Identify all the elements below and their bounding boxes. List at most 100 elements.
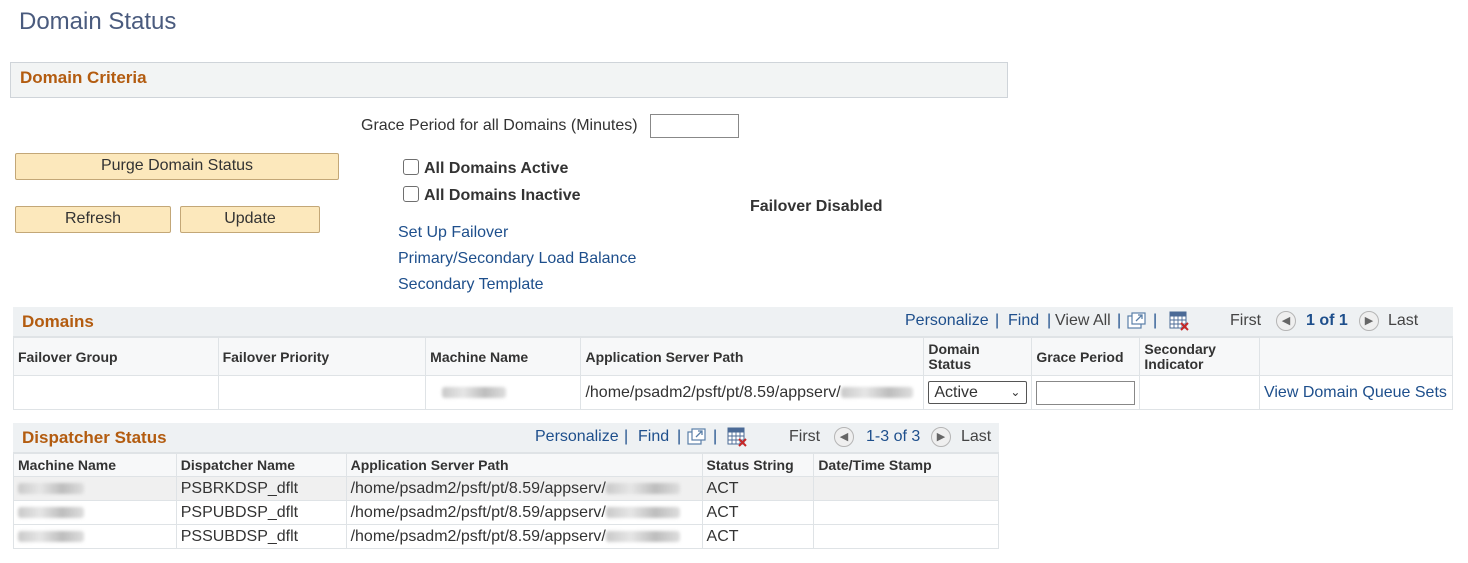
redacted-machine-name: [18, 482, 84, 494]
domains-first-label[interactable]: First: [1230, 312, 1261, 330]
cell-status-string: ACT: [701, 476, 815, 501]
redacted-path-suffix: [605, 530, 680, 542]
chevron-down-icon: ⌄: [1010, 385, 1021, 399]
cell-status-string: ACT: [701, 500, 815, 525]
separator: |: [995, 312, 1000, 329]
download-grid-icon[interactable]: [727, 427, 747, 447]
table-row: PSPUBDSP_dflt /home/psadm2/psft/pt/8.59/…: [13, 500, 999, 525]
cell-date-time-stamp: [813, 524, 999, 549]
cell-dispatcher-name: PSSUBDSP_dflt: [175, 524, 347, 549]
cell-machine-name: [13, 476, 177, 501]
cell-application-server-path: /home/psadm2/psft/pt/8.59/appserv/: [580, 375, 925, 410]
all-domains-inactive-label: All Domains Inactive: [424, 187, 581, 204]
domains-find-link[interactable]: Find: [1008, 312, 1039, 330]
dispatcher-grid-header: Dispatcher Status Personalize | Find | |…: [13, 423, 999, 453]
cell-domain-status: Active ⌄: [923, 375, 1033, 410]
app-server-path-text: /home/psadm2/psft/pt/8.59/appserv/: [350, 479, 606, 497]
redacted-path-suffix: [605, 506, 680, 518]
cell-secondary-indicator: [1139, 375, 1260, 410]
separator: |: [1047, 312, 1052, 329]
cell-application-server-path: /home/psadm2/psft/pt/8.59/appserv/: [345, 524, 703, 549]
domains-title: Domains: [22, 312, 94, 331]
domains-grid-header: Domains Personalize | Find | View All | …: [13, 307, 1453, 337]
cell-machine-name: [425, 375, 582, 410]
app-server-path-text: /home/psadm2/psft/pt/8.59/appserv/: [585, 383, 841, 401]
update-button[interactable]: Update: [180, 206, 320, 233]
app-server-path-text: /home/psadm2/psft/pt/8.59/appserv/: [350, 527, 606, 545]
all-domains-active-checkbox[interactable]: [403, 159, 419, 175]
cell-grace-period: [1031, 375, 1141, 410]
domains-personalize-link[interactable]: Personalize: [905, 312, 989, 330]
table-row: PSBRKDSP_dflt /home/psadm2/psft/pt/8.59/…: [13, 476, 999, 501]
col-machine-name: Machine Name: [13, 453, 177, 477]
secondary-template-link[interactable]: Secondary Template: [398, 276, 544, 294]
domain-criteria-title: Domain Criteria: [20, 68, 147, 87]
col-domain-status-line2: Status: [928, 355, 972, 372]
previous-arrow-icon[interactable]: ◀: [834, 427, 854, 447]
domain-status-select[interactable]: Active ⌄: [928, 381, 1028, 404]
previous-arrow-icon[interactable]: ◀: [1276, 311, 1296, 331]
set-up-failover-link[interactable]: Set Up Failover: [398, 224, 508, 242]
col-secondary-indicator: Secondary Indicator: [1139, 337, 1260, 376]
col-grace-period: Grace Period: [1031, 337, 1141, 376]
dispatcher-first-label[interactable]: First: [789, 428, 820, 446]
cell-failover-group: [13, 375, 219, 410]
cell-dispatcher-name: PSPUBDSP_dflt: [175, 500, 347, 525]
col-status-string: Status String: [701, 453, 815, 477]
separator: |: [1153, 312, 1158, 329]
redacted-machine-name: [442, 386, 507, 398]
separator: |: [1117, 312, 1122, 329]
dispatcher-table: Machine Name Dispatcher Name Application…: [13, 453, 999, 549]
cell-dispatcher-name: PSBRKDSP_dflt: [175, 476, 347, 501]
dispatcher-range: 1-3 of 3: [866, 428, 921, 445]
cell-application-server-path: /home/psadm2/psft/pt/8.59/appserv/: [345, 500, 703, 525]
primary-secondary-load-balance-link[interactable]: Primary/Secondary Load Balance: [398, 250, 636, 268]
next-arrow-icon[interactable]: ▶: [1359, 311, 1379, 331]
domain-criteria-header: Domain Criteria: [10, 62, 1008, 98]
redacted-machine-name: [18, 506, 84, 518]
domains-table: Failover Group Failover Priority Machine…: [13, 337, 1454, 410]
col-action: [1258, 337, 1454, 376]
new-window-icon[interactable]: [1127, 312, 1147, 330]
separator: |: [677, 428, 682, 445]
grace-period-input[interactable]: [650, 114, 739, 138]
cell-machine-name: [13, 524, 177, 549]
cell-status-string: ACT: [701, 524, 815, 549]
dispatcher-last-label[interactable]: Last: [961, 428, 991, 446]
new-window-icon[interactable]: [687, 428, 707, 446]
col-secondary-indicator-line1: Secondary: [1144, 340, 1216, 357]
next-arrow-icon[interactable]: ▶: [931, 427, 951, 447]
cell-action: View Domain Queue Sets: [1258, 375, 1454, 410]
cell-failover-priority: [217, 375, 427, 410]
domains-view-all-link[interactable]: View All: [1055, 312, 1111, 330]
dispatcher-personalize-link[interactable]: Personalize: [535, 428, 619, 446]
all-domains-active-label: All Domains Active: [424, 160, 569, 177]
refresh-button[interactable]: Refresh: [15, 206, 171, 233]
col-machine-name: Machine Name: [425, 337, 582, 376]
col-application-server-path: Application Server Path: [580, 337, 925, 376]
col-date-time-stamp: Date/Time Stamp: [813, 453, 999, 477]
redacted-machine-name: [18, 530, 84, 542]
col-failover-priority: Failover Priority: [217, 337, 427, 376]
table-row: PSSUBDSP_dflt /home/psadm2/psft/pt/8.59/…: [13, 524, 999, 549]
dispatcher-find-link[interactable]: Find: [638, 428, 669, 446]
col-domain-status-line1: Domain: [928, 340, 980, 357]
separator: |: [713, 428, 718, 445]
view-domain-queue-sets-link[interactable]: View Domain Queue Sets: [1264, 384, 1447, 401]
grace-period-label: Grace Period for all Domains (Minutes): [361, 117, 638, 134]
separator: |: [624, 428, 629, 445]
dispatcher-status-title: Dispatcher Status: [22, 428, 167, 447]
purge-domain-status-button[interactable]: Purge Domain Status: [15, 153, 339, 180]
redacted-path-suffix: [605, 482, 680, 494]
failover-status-text: Failover Disabled: [750, 198, 883, 215]
domain-status-value: Active: [934, 384, 978, 401]
download-grid-icon[interactable]: [1169, 311, 1189, 331]
page-title: Domain Status: [19, 8, 177, 35]
col-dispatcher-name: Dispatcher Name: [175, 453, 347, 477]
col-domain-status: Domain Status: [923, 337, 1033, 376]
all-domains-inactive-checkbox[interactable]: [403, 186, 419, 202]
domains-last-label[interactable]: Last: [1388, 312, 1418, 330]
redacted-path-suffix: [840, 386, 913, 398]
domain-grace-period-input[interactable]: [1036, 380, 1136, 405]
col-failover-group: Failover Group: [13, 337, 219, 376]
